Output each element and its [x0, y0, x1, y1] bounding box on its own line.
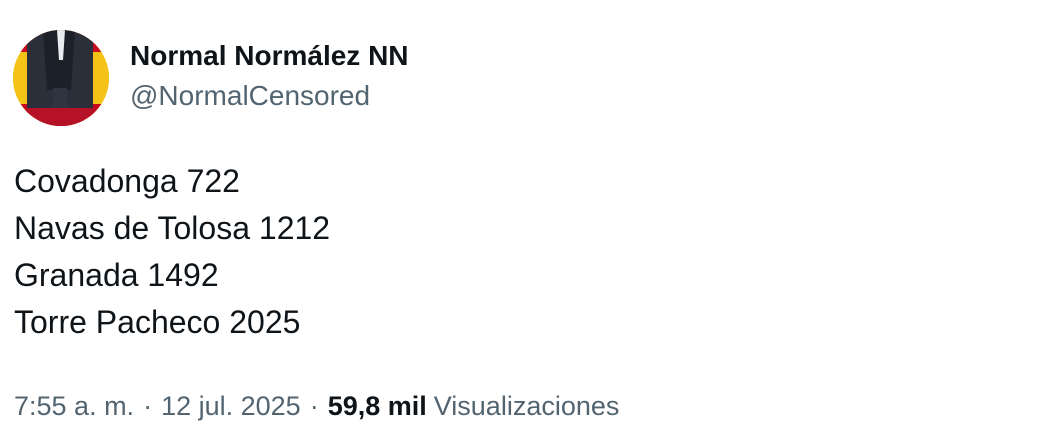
tweet-date: 12 jul. 2025	[161, 391, 301, 421]
profile-avatar[interactable]	[13, 30, 109, 126]
tweet-text: Covadonga 722 Navas de Tolosa 1212 Grana…	[14, 158, 330, 346]
tweet-metadata: 7:55 a. m. · 12 jul. 2025 · 59,8 mil Visualiz…	[14, 388, 619, 424]
views-count: 59,8 mil	[327, 391, 427, 421]
tweet-card: Normal Normález NN @NormalCensored Covad…	[0, 0, 1058, 448]
tweet-timestamp[interactable]: 7:55 a. m. · 12 jul. 2025	[14, 391, 301, 421]
tweet-line: Navas de Tolosa 1212	[14, 210, 331, 246]
meta-separator: ·	[309, 391, 319, 421]
author-handle[interactable]: @NormalCensored	[130, 78, 370, 114]
tweet-line: Covadonga 722	[14, 163, 240, 199]
tweet-line: Granada 1492	[14, 257, 219, 293]
tweet-time: 7:55 a. m.	[14, 391, 135, 421]
meta-separator: ·	[143, 391, 153, 421]
avatar-image	[13, 30, 109, 126]
views-label: Visualizaciones	[433, 391, 620, 421]
author-display-name[interactable]: Normal Normález NN	[130, 38, 409, 74]
tweet-line: Torre Pacheco 2025	[14, 304, 301, 340]
